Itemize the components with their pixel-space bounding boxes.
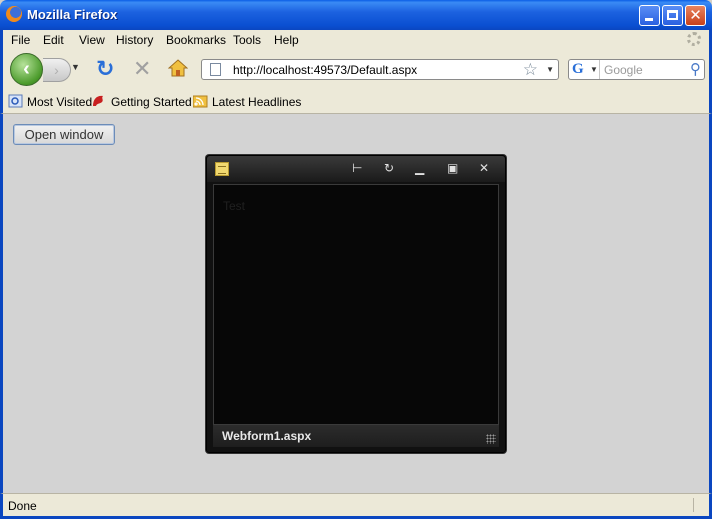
popup-body-text: Test xyxy=(223,199,246,213)
close-popup-icon[interactable]: ✕ xyxy=(479,160,489,176)
url-dropdown-icon[interactable]: ▼ xyxy=(546,65,554,74)
menu-view[interactable]: View xyxy=(79,33,105,47)
menu-edit[interactable]: Edit xyxy=(43,33,64,47)
google-icon[interactable]: G xyxy=(572,61,584,78)
most-visited-icon xyxy=(8,94,23,108)
menu-file[interactable]: File xyxy=(11,33,30,47)
back-button[interactable]: ‹ xyxy=(10,53,43,86)
window-title: Mozilla Firefox xyxy=(27,7,118,22)
status-bar: Done xyxy=(0,493,712,519)
popup-footer-title: Webform1.aspx xyxy=(222,429,312,443)
maximize-popup-icon[interactable]: ▣ xyxy=(447,160,458,176)
window-titlebar: Mozilla Firefox ✕ xyxy=(0,0,712,30)
menu-tools[interactable]: Tools xyxy=(233,33,261,47)
search-bar[interactable]: G ▼ Google ⚲ xyxy=(568,59,705,80)
resize-grip-icon[interactable] xyxy=(486,434,496,444)
search-input[interactable]: Google xyxy=(604,63,643,77)
popup-titlebar[interactable]: ⊢ ↻ ▁ ▣ ✕ xyxy=(207,156,505,182)
pin-icon[interactable]: ⊢ xyxy=(352,160,362,176)
url-text: http://localhost:49573/Default.aspx xyxy=(233,63,418,77)
popup-content-area: Test xyxy=(213,184,499,425)
minimize-popup-icon[interactable]: ▁ xyxy=(415,160,424,176)
popup-window: ⊢ ↻ ▁ ▣ ✕ Test Webform1.aspx xyxy=(206,155,506,453)
getting-started-icon xyxy=(93,95,103,106)
bookmark-most-visited[interactable]: Most Visited xyxy=(27,95,92,109)
bookmark-getting-started[interactable]: Getting Started xyxy=(111,95,192,109)
bookmark-latest-headlines[interactable]: Latest Headlines xyxy=(212,95,301,109)
menu-bookmarks[interactable]: Bookmarks xyxy=(166,33,226,47)
search-engine-dropdown-icon[interactable]: ▼ xyxy=(590,65,598,74)
history-dropdown-icon[interactable]: ▼ xyxy=(71,62,80,72)
forward-arrow-icon: › xyxy=(54,62,59,78)
open-window-button[interactable]: Open window xyxy=(13,124,115,145)
maximize-button[interactable] xyxy=(662,5,683,26)
menu-history[interactable]: History xyxy=(116,33,153,47)
minimize-icon xyxy=(645,18,653,21)
throbber-icon xyxy=(687,32,701,46)
search-separator xyxy=(599,60,600,79)
back-arrow-icon: ‹ xyxy=(23,58,30,80)
url-bar[interactable]: http://localhost:49573/Default.aspx ☆ ▼ xyxy=(201,59,559,80)
menu-bar: File Edit View History Bookmarks Tools H… xyxy=(0,30,712,50)
navigation-toolbar: ‹ › ▼ ↻ ✕ http://localhost:49573/Default… xyxy=(0,50,712,90)
maximize-icon xyxy=(667,10,678,20)
close-button[interactable]: ✕ xyxy=(685,5,706,26)
search-icon[interactable]: ⚲ xyxy=(690,61,701,78)
minimize-button[interactable] xyxy=(639,5,660,26)
bookmarks-toolbar: Most Visited Getting Started Latest Head… xyxy=(0,90,712,114)
forward-button[interactable]: › xyxy=(43,58,71,82)
popup-statusbar: Webform1.aspx xyxy=(213,425,499,447)
bookmark-star-icon[interactable]: ☆ xyxy=(523,60,538,79)
popup-window-icon xyxy=(215,162,229,176)
rss-feed-icon xyxy=(193,95,208,108)
close-icon: ✕ xyxy=(689,7,702,24)
page-content: Open window ⊢ ↻ ▁ ▣ ✕ Test Webform1.aspx xyxy=(0,114,712,493)
stop-icon[interactable]: ✕ xyxy=(133,58,151,80)
reload-icon[interactable]: ↻ xyxy=(96,58,114,80)
home-icon[interactable] xyxy=(168,59,188,77)
status-resize-grip[interactable] xyxy=(693,498,706,512)
firefox-icon xyxy=(6,6,22,22)
status-text: Done xyxy=(8,499,37,513)
menu-help[interactable]: Help xyxy=(274,33,299,47)
reload-popup-icon[interactable]: ↻ xyxy=(384,160,394,176)
page-icon xyxy=(210,63,221,76)
